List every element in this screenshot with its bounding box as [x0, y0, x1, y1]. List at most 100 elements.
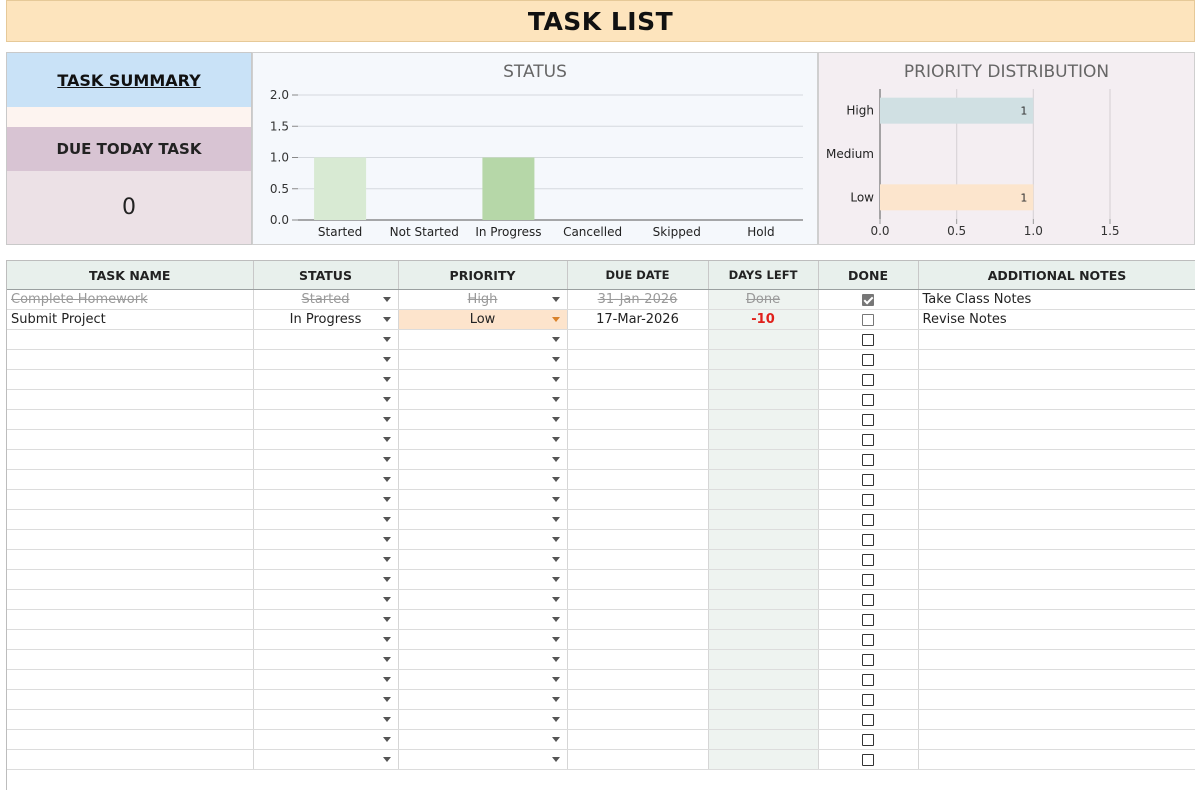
checkbox-icon[interactable] [862, 753, 874, 766]
dropdown-arrow-icon[interactable] [551, 417, 560, 422]
due-date-cell[interactable] [567, 669, 709, 690]
task-name-cell[interactable] [7, 549, 254, 570]
checked-checkbox-icon[interactable] [862, 293, 874, 306]
priority-cell[interactable] [398, 669, 568, 690]
done-cell[interactable] [818, 309, 919, 330]
dropdown-arrow-icon[interactable] [551, 337, 560, 342]
priority-cell[interactable] [398, 349, 568, 370]
notes-cell[interactable] [918, 669, 1195, 690]
priority-cell[interactable] [398, 329, 568, 350]
status-cell[interactable] [253, 429, 399, 450]
priority-cell[interactable] [398, 609, 568, 630]
priority-cell[interactable] [398, 389, 568, 410]
dropdown-arrow-icon[interactable] [382, 697, 391, 702]
dropdown-arrow-icon[interactable] [551, 397, 560, 402]
checkbox-icon[interactable] [862, 333, 874, 346]
notes-cell[interactable] [918, 689, 1195, 710]
done-cell[interactable] [818, 369, 919, 390]
dropdown-arrow-icon[interactable] [551, 557, 560, 562]
due-date-cell[interactable] [567, 569, 709, 590]
task-name-cell[interactable]: Submit Project [7, 309, 254, 330]
done-cell[interactable] [818, 489, 919, 510]
notes-cell[interactable] [918, 549, 1195, 570]
status-cell[interactable] [253, 629, 399, 650]
dropdown-arrow-icon[interactable] [551, 457, 560, 462]
dropdown-arrow-icon[interactable] [382, 537, 391, 542]
status-cell[interactable] [253, 489, 399, 510]
done-cell[interactable] [818, 689, 919, 710]
due-date-cell[interactable] [567, 729, 709, 750]
priority-cell[interactable] [398, 529, 568, 550]
done-cell[interactable] [818, 509, 919, 530]
status-cell[interactable] [253, 589, 399, 610]
priority-cell[interactable] [398, 449, 568, 470]
status-bar[interactable] [314, 157, 367, 221]
task-name-cell[interactable] [7, 649, 254, 670]
task-name-cell[interactable] [7, 349, 254, 370]
checkbox-icon[interactable] [862, 553, 874, 566]
due-date-cell[interactable] [567, 549, 709, 570]
dropdown-arrow-icon[interactable] [382, 397, 391, 402]
status-cell[interactable] [253, 569, 399, 590]
checkbox-icon[interactable] [862, 693, 874, 706]
task-name-cell[interactable] [7, 469, 254, 490]
priority-cell[interactable] [398, 589, 568, 610]
done-cell[interactable] [818, 349, 919, 370]
priority-cell[interactable] [398, 409, 568, 430]
status-cell[interactable]: In Progress [253, 309, 399, 330]
checkbox-icon[interactable] [862, 633, 874, 646]
checkbox-icon[interactable] [862, 653, 874, 666]
priority-cell[interactable] [398, 469, 568, 490]
header-status[interactable]: STATUS [253, 261, 399, 290]
done-cell[interactable] [818, 329, 919, 350]
dropdown-arrow-icon[interactable] [551, 577, 560, 582]
checkbox-icon[interactable] [862, 313, 874, 326]
priority-chart[interactable]: 0.0 0.5 1.0 1.5 1 High Medium 1 Low PRIORITY DIS… [818, 52, 1195, 245]
due-date-cell[interactable] [567, 489, 709, 510]
notes-cell[interactable] [918, 349, 1195, 370]
status-cell[interactable] [253, 649, 399, 670]
status-chart[interactable]: 0.0 0.5 1.0 1.5 2.0 Started Not Started In Prog… [252, 52, 818, 245]
notes-cell[interactable] [918, 389, 1195, 410]
due-date-cell[interactable] [567, 589, 709, 610]
task-name-cell[interactable] [7, 569, 254, 590]
due-date-cell[interactable] [567, 629, 709, 650]
due-date-cell[interactable]: 17-Mar-2026 [567, 309, 709, 330]
checkbox-icon[interactable] [862, 393, 874, 406]
status-cell[interactable] [253, 729, 399, 750]
priority-cell[interactable] [398, 569, 568, 590]
priority-cell[interactable] [398, 729, 568, 750]
status-cell[interactable] [253, 689, 399, 710]
dropdown-arrow-icon[interactable] [382, 637, 391, 642]
checkbox-icon[interactable] [862, 433, 874, 446]
dropdown-arrow-icon[interactable] [551, 717, 560, 722]
status-cell[interactable] [253, 329, 399, 350]
priority-cell[interactable] [398, 629, 568, 650]
dropdown-arrow-icon[interactable] [382, 337, 391, 342]
dropdown-arrow-icon[interactable] [551, 597, 560, 602]
due-date-cell[interactable] [567, 349, 709, 370]
header-task-name[interactable]: TASK NAME [7, 261, 254, 290]
notes-cell[interactable]: Take Class Notes [918, 289, 1195, 310]
dropdown-arrow-icon[interactable] [382, 657, 391, 662]
notes-cell[interactable] [918, 429, 1195, 450]
task-name-cell[interactable] [7, 629, 254, 650]
due-date-cell[interactable] [567, 369, 709, 390]
dropdown-arrow-icon[interactable] [551, 537, 560, 542]
due-date-cell[interactable] [567, 689, 709, 710]
status-cell[interactable] [253, 509, 399, 530]
task-name-cell[interactable] [7, 369, 254, 390]
dropdown-arrow-icon[interactable] [551, 617, 560, 622]
checkbox-icon[interactable] [862, 573, 874, 586]
status-cell[interactable]: Started [253, 289, 399, 310]
priority-cell[interactable] [398, 689, 568, 710]
due-date-cell[interactable] [567, 709, 709, 730]
due-date-cell[interactable] [567, 509, 709, 530]
dropdown-arrow-icon[interactable] [551, 737, 560, 742]
checkbox-icon[interactable] [862, 713, 874, 726]
dropdown-arrow-icon[interactable] [382, 437, 391, 442]
notes-cell[interactable] [918, 489, 1195, 510]
done-cell[interactable] [818, 609, 919, 630]
checkbox-icon[interactable] [862, 413, 874, 426]
priority-cell[interactable] [398, 509, 568, 530]
